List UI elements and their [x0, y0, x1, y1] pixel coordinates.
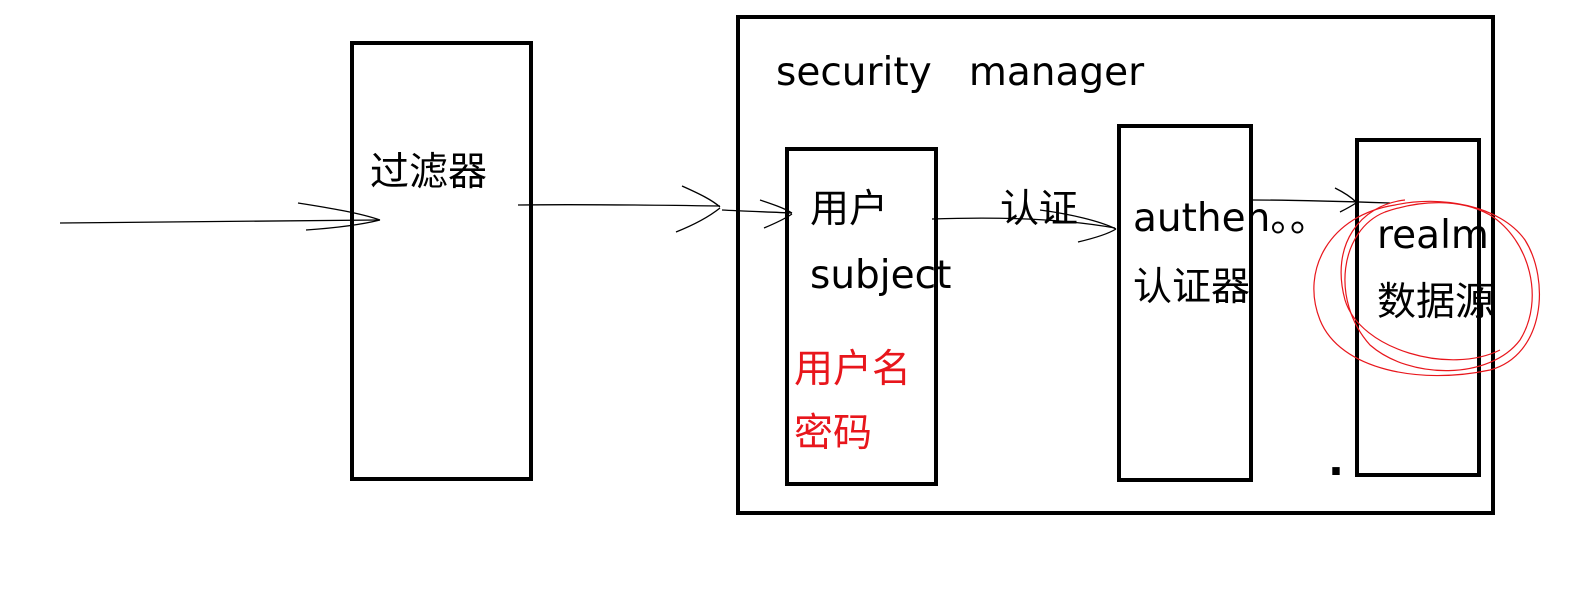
subject-label-en: subject — [810, 253, 952, 298]
security-manager-label: security manager — [776, 50, 1145, 95]
authenticator-label-en: authen。。 — [1133, 196, 1329, 241]
authenticator-label-cn: 认证器 — [1133, 265, 1251, 310]
username-label: 用户名 — [794, 347, 912, 392]
auth-edge-label: 认证 — [1000, 187, 1079, 232]
filter-box — [350, 41, 533, 481]
filter-label: 过滤器 — [370, 150, 488, 195]
stray-dot: . — [1328, 436, 1344, 485]
realm-label-en: realm — [1377, 213, 1489, 258]
realm-label-cn: 数据源 — [1377, 280, 1495, 325]
password-label: 密码 — [794, 411, 873, 456]
arrow-input-to-filter — [59, 202, 381, 231]
subject-label-cn: 用户 — [810, 187, 889, 232]
